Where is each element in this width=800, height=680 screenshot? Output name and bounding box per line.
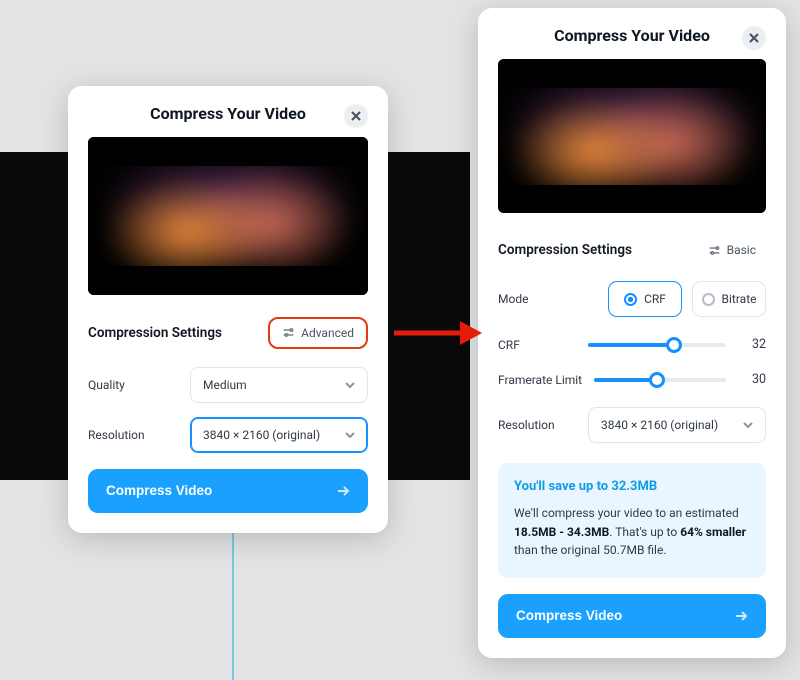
framerate-value: 30 <box>740 372 766 387</box>
advanced-toggle-button[interactable]: Advanced <box>268 317 368 349</box>
crf-label: CRF <box>498 338 520 352</box>
resolution-label: Resolution <box>88 428 145 442</box>
basic-toggle-label: Basic <box>727 243 756 257</box>
radio-icon <box>624 293 637 306</box>
chevron-down-icon <box>743 420 753 430</box>
resolution-row: Resolution 3840 × 2160 (original) <box>88 417 368 453</box>
savings-body: We'll compress your video to an estimate… <box>514 504 750 560</box>
savings-text: . That's up to <box>609 525 680 539</box>
settings-header-row: Compression Settings Basic <box>498 237 766 263</box>
video-preview-thumbnail <box>498 59 766 213</box>
crf-slider-wrap: 32 <box>588 337 766 352</box>
arrow-right-icon <box>734 609 748 623</box>
savings-title: You'll save up to 32.3MB <box>514 479 750 494</box>
mode-option-crf[interactable]: CRF <box>608 281 682 317</box>
compress-video-button[interactable]: Compress Video <box>498 594 766 638</box>
resolution-select[interactable]: 3840 × 2160 (original) <box>588 407 766 443</box>
sliders-icon <box>282 326 295 339</box>
advanced-toggle-label: Advanced <box>301 326 354 340</box>
savings-info-box: You'll save up to 32.3MB We'll compress … <box>498 463 766 578</box>
mode-option-crf-label: CRF <box>644 292 666 306</box>
mode-row: Mode CRF Bitrate <box>498 281 766 317</box>
mode-option-bitrate-label: Bitrate <box>722 292 757 306</box>
resolution-row: Resolution 3840 × 2160 (original) <box>498 407 766 443</box>
mode-label: Mode <box>498 292 528 306</box>
framerate-slider-wrap: 30 <box>594 372 766 387</box>
close-icon <box>351 111 361 121</box>
close-icon <box>749 33 759 43</box>
chevron-down-icon <box>345 380 355 390</box>
dialog-header: Compress Your Video <box>498 26 766 45</box>
quality-row: Quality Medium <box>88 367 368 403</box>
resolution-value: 3840 × 2160 (original) <box>203 428 320 442</box>
resolution-select[interactable]: 3840 × 2160 (original) <box>190 417 368 453</box>
quality-value: Medium <box>203 378 247 392</box>
crf-row: CRF 32 <box>498 337 766 352</box>
dialog-header: Compress Your Video <box>88 104 368 123</box>
dialog-title: Compress Your Video <box>554 26 710 45</box>
chevron-down-icon <box>345 430 355 440</box>
crf-slider[interactable] <box>588 343 726 347</box>
basic-toggle-button[interactable]: Basic <box>698 237 766 263</box>
slider-thumb[interactable] <box>666 337 682 353</box>
video-preview-thumbnail <box>88 137 368 295</box>
framerate-slider[interactable] <box>594 378 726 382</box>
savings-percent: 64% smaller <box>680 525 746 539</box>
compress-dialog-advanced: Compress Your Video Compression Settings… <box>478 8 786 658</box>
close-button[interactable] <box>742 26 766 50</box>
close-button[interactable] <box>344 104 368 128</box>
dialog-title: Compress Your Video <box>150 104 306 123</box>
slider-thumb[interactable] <box>649 372 665 388</box>
savings-range: 18.5MB - 34.3MB <box>514 525 609 539</box>
settings-header-row: Compression Settings Advanced <box>88 317 368 349</box>
resolution-label: Resolution <box>498 418 555 432</box>
mode-option-bitrate[interactable]: Bitrate <box>692 281 766 317</box>
quality-label: Quality <box>88 378 125 392</box>
compress-button-label: Compress Video <box>516 608 622 623</box>
compress-dialog-basic: Compress Your Video Compression Settings… <box>68 86 388 533</box>
radio-icon <box>702 293 715 306</box>
savings-text: We'll compress your video to an estimate… <box>514 506 739 520</box>
crf-value: 32 <box>740 337 766 352</box>
framerate-label: Framerate Limit <box>498 373 582 387</box>
framerate-row: Framerate Limit 30 <box>498 372 766 387</box>
compress-button-label: Compress Video <box>106 483 212 498</box>
settings-heading: Compression Settings <box>498 242 632 258</box>
resolution-value: 3840 × 2160 (original) <box>601 418 718 432</box>
compress-video-button[interactable]: Compress Video <box>88 469 368 513</box>
settings-heading: Compression Settings <box>88 325 222 341</box>
arrow-right-icon <box>336 484 350 498</box>
savings-text: than the original 50.7MB file. <box>514 543 667 557</box>
quality-select[interactable]: Medium <box>190 367 368 403</box>
sliders-icon <box>708 244 721 257</box>
mode-segmented-control: CRF Bitrate <box>608 281 766 317</box>
